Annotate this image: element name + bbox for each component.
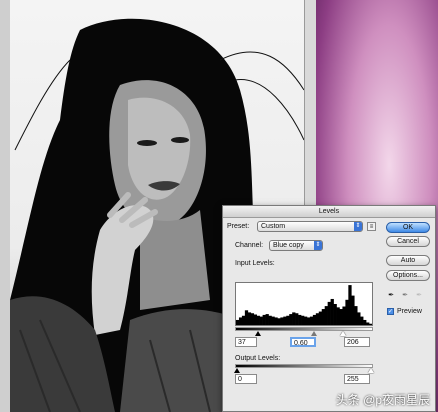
preview-label: Preview [397, 308, 422, 315]
histogram-bar [292, 312, 296, 325]
histogram-bar [315, 313, 320, 325]
histogram-bar [363, 319, 367, 325]
histogram-bar [312, 314, 317, 325]
histogram-bar [244, 310, 249, 325]
histogram-bar [369, 323, 373, 325]
histogram-bar [309, 316, 314, 325]
output-gradient-bar [235, 364, 373, 368]
select-arrows-icon: ⇕ [354, 222, 362, 231]
preview-checkbox[interactable]: ✓ [387, 308, 394, 315]
input-white-slider[interactable] [340, 331, 346, 336]
histogram-bar [268, 315, 272, 325]
histogram-bar [298, 314, 302, 325]
histogram-bar [357, 312, 361, 325]
auto-button[interactable]: Auto [386, 255, 430, 266]
histogram-bar [277, 318, 281, 325]
ok-button[interactable]: OK [386, 222, 430, 233]
gray-eyedropper-icon[interactable]: ✒ [401, 292, 409, 300]
dialog-title: Levels [318, 208, 340, 215]
output-black-slider[interactable] [234, 368, 240, 373]
histogram-bar [238, 317, 243, 325]
histogram-bar [271, 316, 275, 325]
histogram-bar [259, 316, 263, 325]
histogram-bar [253, 314, 257, 325]
histogram-bar [247, 312, 252, 325]
histogram-bar [262, 314, 266, 325]
histogram-bar [280, 317, 284, 325]
histogram-bar [241, 315, 246, 325]
histogram-bar [304, 316, 308, 325]
histogram-bar [327, 301, 331, 325]
histogram-bar [318, 311, 323, 325]
input-gamma-field[interactable]: 0.60 [290, 337, 316, 347]
histogram-bar [265, 314, 269, 325]
histogram-bar [286, 315, 290, 325]
channel-value: Blue copy [273, 242, 304, 249]
histogram-bar [256, 315, 260, 325]
input-gamma-slider[interactable] [311, 331, 317, 336]
preset-select[interactable]: Custom ⇕ [257, 221, 363, 232]
input-levels-label: Input Levels: [235, 260, 275, 267]
histogram-bar [324, 306, 328, 325]
histogram-bar [339, 309, 343, 325]
histogram-bar [274, 317, 278, 325]
histogram-bar [333, 304, 337, 325]
levels-dialog: Levels Preset: Custom ⇕ ≡ Channel: Blue … [222, 205, 436, 412]
preset-label: Preset: [227, 223, 250, 230]
white-eyedropper-icon[interactable]: ✒ [415, 292, 423, 300]
histogram [235, 282, 373, 326]
histogram-bar [366, 322, 370, 325]
input-black-field[interactable]: 37 [235, 337, 257, 347]
input-white-field[interactable]: 206 [344, 337, 370, 347]
histogram-bar [295, 313, 299, 325]
histogram-bar [306, 317, 311, 325]
histogram-bar [348, 285, 352, 325]
output-levels-label: Output Levels: [235, 355, 281, 362]
histogram-bar [283, 316, 287, 325]
input-black-slider[interactable] [255, 331, 261, 336]
preset-value: Custom [261, 223, 286, 230]
watermark: 头条 @p夜雨星辰 [335, 393, 430, 407]
histogram-bar [345, 299, 349, 325]
histogram-bar [330, 298, 334, 325]
histogram-bar [321, 309, 325, 325]
output-black-field[interactable]: 0 [235, 374, 257, 384]
histogram-bar [289, 314, 293, 325]
histogram-bar [250, 313, 255, 325]
histogram-bar [342, 306, 346, 325]
output-white-field[interactable]: 255 [344, 374, 370, 384]
channel-label: Channel: [235, 242, 264, 249]
output-white-slider[interactable] [368, 368, 374, 373]
options-button[interactable]: Options... [386, 270, 430, 281]
histogram-bar [351, 295, 355, 325]
histogram-bar [354, 306, 358, 325]
histogram-bar [236, 319, 240, 325]
channel-select[interactable]: Blue copy ⇕ [269, 240, 323, 251]
histogram-bar [360, 316, 364, 325]
histogram-graph [236, 285, 373, 325]
histogram-bar [336, 307, 340, 325]
preset-options-icon[interactable]: ≡ [367, 222, 376, 231]
black-eyedropper-icon[interactable]: ✒ [387, 292, 395, 300]
histogram-bar [301, 315, 305, 325]
cancel-button[interactable]: Cancel [386, 236, 430, 247]
dialog-titlebar[interactable]: Levels [223, 206, 435, 218]
select-arrows-icon: ⇕ [314, 241, 322, 250]
